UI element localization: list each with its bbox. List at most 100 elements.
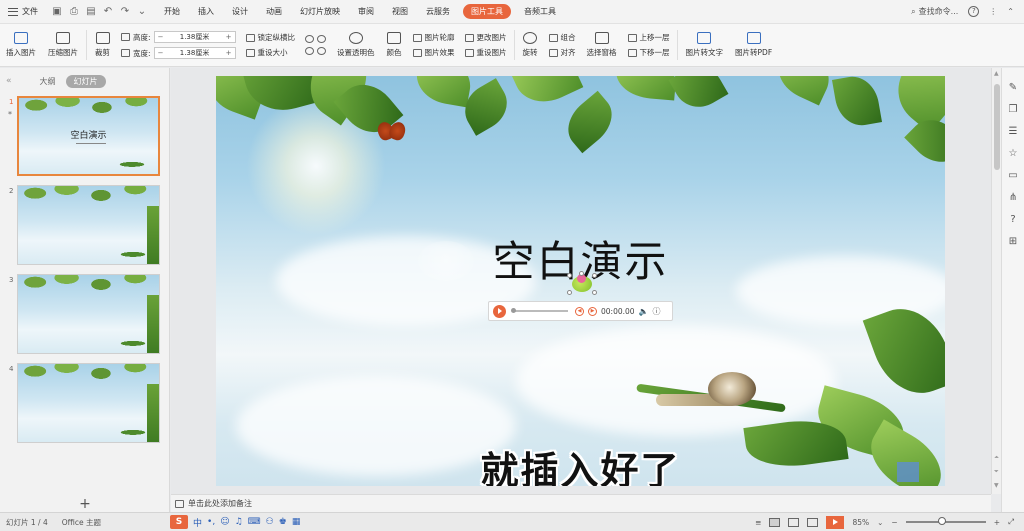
tab-view[interactable]: 视图 [383,0,417,24]
group-button[interactable]: 组合 [548,32,576,43]
tab-design[interactable]: 设计 [223,0,257,24]
zoom-slider[interactable] [905,517,986,525]
star-icon[interactable]: ☆ [1009,148,1018,159]
decrease-width-button[interactable]: − [155,49,167,57]
redo-icon[interactable]: ↷ [120,6,130,17]
selection-pane-button[interactable]: 选择窗格 [581,24,623,66]
sogou-logo-icon[interactable]: S [170,515,188,529]
set-transparent-button[interactable]: 设置透明色 [331,24,381,66]
increase-height-button[interactable]: + [223,33,235,41]
bring-forward-button[interactable]: 上移一层 [627,32,670,43]
scroll-thumb[interactable] [994,84,1000,170]
microphone-icon[interactable]: ♫ [235,517,243,527]
user-icon[interactable]: ⚇ [266,517,274,527]
slide-preview[interactable] [17,185,160,265]
scroll-up-icon[interactable]: ▲ [994,70,999,77]
add-slide-button[interactable]: + [0,495,170,513]
crop-button[interactable]: 裁剪 [89,24,116,66]
export-icon[interactable]: ▤ [86,6,96,17]
file-menu[interactable]: 文件 [0,0,46,24]
zoom-in-icon[interactable]: + [994,518,1000,527]
change-picture-button[interactable]: 更改图片 [464,32,507,43]
tab-animation[interactable]: 动画 [257,0,291,24]
help-icon[interactable]: ? [968,6,980,17]
undo-icon[interactable]: ↶ [103,6,113,17]
slide-thumbnail[interactable]: 4 [0,363,170,445]
increase-width-button[interactable]: + [223,49,235,57]
ime-language[interactable]: 中 [193,516,202,529]
resize-handle[interactable] [592,290,597,295]
rewind-icon[interactable]: ◀ [575,306,584,316]
slide-sorter-icon[interactable] [788,517,800,527]
tab-review[interactable]: 审阅 [349,0,383,24]
align-button[interactable]: 对齐 [548,47,576,58]
slide-thumbnail[interactable]: 3 [0,274,170,356]
keyboard-icon[interactable]: ⌨ [248,517,261,527]
picture-to-text-button[interactable]: 图片转文字 [680,24,730,66]
rotate-left-icon[interactable] [305,35,315,43]
slide-canvas[interactable]: 空白演示 ◀ ▶ 00:00.00 🔈 ⓘ 就插入好了 [216,76,945,486]
copy-style-icon[interactable]: ❐ [1009,104,1018,115]
volume-icon[interactable]: 🔈 [639,307,649,316]
help-circle-icon[interactable]: ? [1010,214,1015,225]
tab-slideshow[interactable]: 幻灯片放映 [291,0,349,24]
notes-pane[interactable]: 单击此处添加备注 [171,494,991,512]
color-button[interactable]: 颜色 [381,24,408,66]
print-icon[interactable]: ⎙ [69,6,79,17]
adjust-icon[interactable]: ☰ [1009,126,1018,137]
command-search[interactable]: ⌕ 查找命令... [911,6,958,17]
reset-size-button[interactable]: 重设大小 [245,47,296,58]
slide-preview[interactable] [17,363,160,443]
collapse-panel-icon[interactable]: « [6,76,12,86]
normal-view-icon[interactable] [769,517,781,527]
tab-cloud[interactable]: 云服务 [417,0,459,24]
rotate-button[interactable]: 旋转 [517,24,544,66]
picture-effects-button[interactable]: 图片效果 [412,47,455,58]
decrease-height-button[interactable]: − [155,33,167,41]
page-down-icon[interactable]: ⏷ [994,468,999,476]
rotate-right-icon[interactable] [317,35,327,43]
send-backward-button[interactable]: 下移一层 [627,47,670,58]
compress-picture-button[interactable]: 压缩图片 [42,24,84,66]
flip-vertical-icon[interactable] [317,47,327,55]
slide-thumbnail[interactable]: 2 [0,185,170,267]
lock-ratio-checkbox[interactable]: 锁定纵横比 [245,32,295,43]
play-icon[interactable] [493,304,506,318]
grid-icon[interactable]: ⊞ [1009,236,1017,247]
reading-view-icon[interactable] [807,517,819,527]
rotate-handle[interactable] [579,271,584,276]
format-icon[interactable]: ✎ [1009,82,1017,93]
tab-slides[interactable]: 幻灯片 [65,74,106,88]
tab-outline[interactable]: 大纲 [40,76,56,87]
zoom-dropdown-icon[interactable]: ⌄ [877,518,883,527]
audio-object[interactable] [567,271,597,295]
insert-picture-button[interactable]: 插入图片 [0,24,42,66]
emoji-icon[interactable]: ☺ [220,517,229,527]
slide-thumbnail[interactable]: 1 * 空白演示 [0,96,170,178]
tab-insert[interactable]: 插入 [189,0,223,24]
tab-picture-tools[interactable]: 图片工具 [463,4,511,19]
slideshow-button[interactable] [826,515,845,529]
picture-outline-button[interactable]: 图片轮廓 [412,32,455,43]
tab-home[interactable]: 开始 [155,0,189,24]
scroll-down-icon[interactable]: ▼ [994,482,999,489]
tab-audio-tools[interactable]: 音频工具 [515,0,565,24]
vertical-scrollbar[interactable]: ▲ ⏶ ⏷ ▼ [991,68,1001,494]
page-up-icon[interactable]: ⏶ [994,454,999,462]
tools-grid-icon[interactable]: ▦ [292,517,301,527]
info-icon[interactable]: ⓘ [653,306,661,317]
more-icon[interactable]: ⋮ [989,7,997,16]
panel-icon[interactable]: ▭ [1008,170,1017,181]
flip-horizontal-icon[interactable] [305,47,315,55]
forward-icon[interactable]: ▶ [588,306,597,316]
zoom-level[interactable]: 85% [852,518,869,527]
zoom-out-icon[interactable]: − [891,518,897,527]
save-icon[interactable]: ▣ [52,6,62,17]
notes-toggle-icon[interactable]: ≡ [755,518,761,527]
reset-picture-button[interactable]: 重设图片 [464,47,507,58]
punctuation-icon[interactable]: •, [207,517,215,527]
slide-preview[interactable]: 空白演示 [17,96,160,176]
share-icon[interactable]: ⋔ [1009,192,1017,203]
resize-handle[interactable] [567,290,572,295]
resize-handle[interactable] [567,273,572,278]
